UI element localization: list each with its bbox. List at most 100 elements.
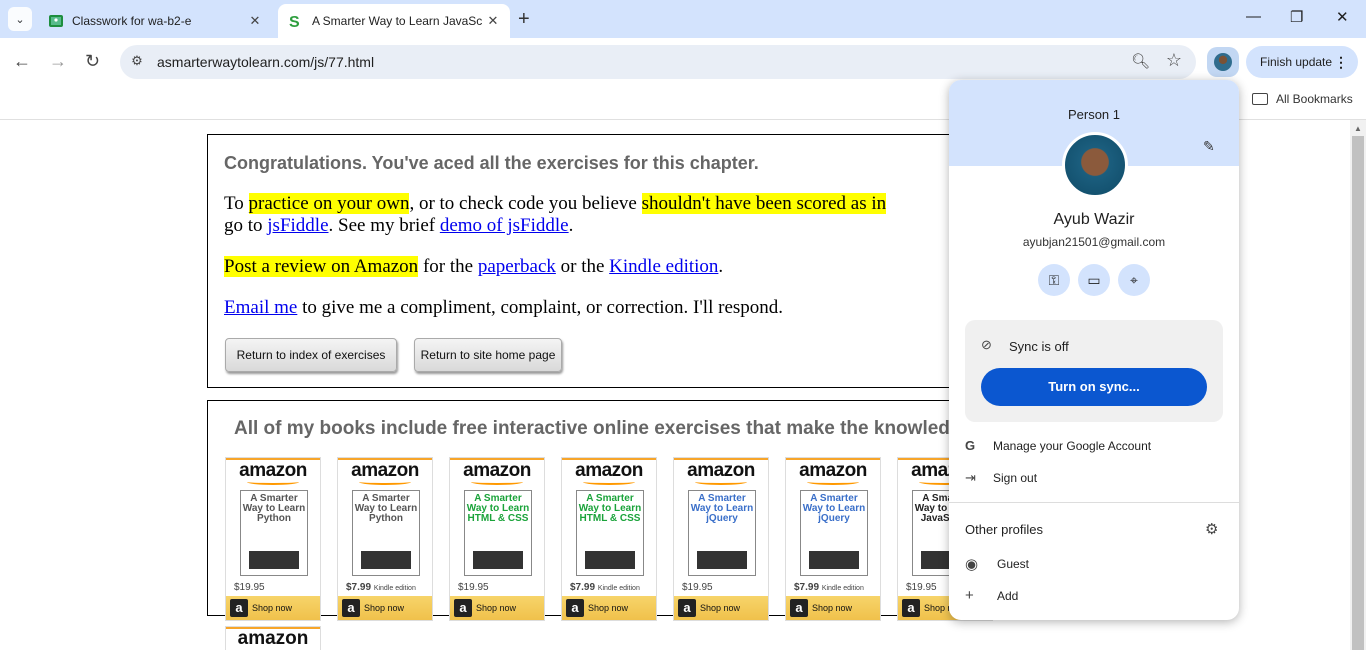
- congrats-box: Congratulations. You've aced all the exe…: [207, 134, 987, 388]
- amazon-ad-card[interactable]: amazon A Smarter Way to Learn HTML & CSS $…: [449, 457, 545, 621]
- address-bar[interactable]: ⚙ asmarterwaytolearn.com/js/77.html 🔍︎ ☆: [120, 45, 1196, 79]
- menu-divider: [949, 502, 1239, 503]
- price-value: $7.99: [570, 582, 596, 593]
- google-g-icon: G: [965, 438, 976, 453]
- scrollbar-thumb[interactable]: [1352, 136, 1364, 650]
- shop-now-label: Shop now: [476, 603, 517, 613]
- highlight: Post a review on Amazon: [224, 256, 419, 277]
- text: to give me a compliment, complaint, or c…: [297, 297, 784, 318]
- book-cover: A Smarter Way to Learn Python: [240, 490, 308, 576]
- book-cover: A Smarter Way to Learn HTML & CSS: [576, 490, 644, 576]
- account-circle-icon: ◉: [965, 556, 979, 573]
- amazon-ad-card[interactable]: amazon A Smarter Way to Learn jQuery $7.99…: [785, 457, 881, 621]
- profile-avatar: [1062, 132, 1128, 198]
- review-paragraph: Post a review on Amazon for the paperbac…: [224, 256, 723, 278]
- ad-price: $19.95: [458, 582, 489, 593]
- kindle-edition-link[interactable]: Kindle edition: [609, 256, 718, 277]
- scrollbar[interactable]: ▲: [1350, 120, 1366, 650]
- book-title: A Smarter Way to Learn HTML & CSS: [578, 493, 642, 524]
- manage-account-item[interactable]: G Manage your Google Account: [965, 438, 1151, 453]
- profile-email: ayubjan21501@gmail.com: [1022, 235, 1166, 249]
- amazon-ad-card[interactable]: amazon A Smarter Way to Learn HTML & CSS $…: [561, 457, 657, 621]
- key-icon[interactable]: ⚿: [1038, 264, 1070, 296]
- demo-jsfiddle-link[interactable]: demo of jsFiddle: [440, 215, 569, 236]
- highlight: practice on your own: [248, 193, 410, 214]
- devices-image: [249, 551, 299, 569]
- return-index-button[interactable]: Return to index of exercises: [225, 338, 397, 372]
- text: To: [224, 193, 249, 214]
- shop-now-button[interactable]: a Shop now: [562, 596, 656, 620]
- text: for the: [418, 256, 478, 277]
- all-bookmarks-button[interactable]: All Bookmarks: [1252, 92, 1353, 106]
- guest-profile-item[interactable]: ◉ Guest: [965, 555, 1029, 573]
- shop-now-button[interactable]: a Shop now: [674, 596, 768, 620]
- more-menu-icon[interactable]: ⋮: [1334, 46, 1348, 78]
- ad-price: $19.95: [682, 582, 713, 593]
- guest-label: Guest: [997, 557, 1030, 571]
- shop-now-button[interactable]: a Shop now: [226, 596, 320, 620]
- window-close-icon[interactable]: ✕: [1336, 8, 1349, 26]
- text: go to: [224, 215, 268, 236]
- amazon-ad-card[interactable]: amazon A Smarter Way to Learn Python $7.99…: [337, 457, 433, 621]
- sign-out-item[interactable]: ⇥ Sign out: [965, 470, 1037, 486]
- shop-now-button[interactable]: a Shop now: [786, 596, 880, 620]
- pencil-icon[interactable]: ✎: [1203, 138, 1215, 155]
- books-heading: All of my books include free interactive…: [234, 418, 962, 439]
- paperback-link[interactable]: paperback: [478, 256, 556, 277]
- plus-icon: +: [965, 587, 974, 604]
- url-text[interactable]: asmarterwaytolearn.com/js/77.html: [157, 54, 374, 70]
- gear-icon[interactable]: ⚙: [1205, 520, 1218, 538]
- price-value: $7.99: [794, 582, 820, 593]
- scroll-up-icon[interactable]: ▲: [1354, 124, 1362, 133]
- add-profile-item[interactable]: + Add: [965, 587, 1018, 604]
- tab-classwork[interactable]: Classwork for wa-b2-e ✕: [38, 4, 272, 38]
- location-pin-icon[interactable]: ⌖: [1118, 264, 1150, 296]
- amazon-logo: amazon: [239, 460, 307, 481]
- bookmark-star-icon[interactable]: ☆: [1166, 50, 1182, 71]
- congrats-heading: Congratulations. You've aced all the exe…: [224, 153, 759, 173]
- amazon-ad-card[interactable]: amazon A Smarter Way to Learn Python $19.9…: [225, 457, 321, 621]
- shop-now-button[interactable]: a Shop now: [338, 596, 432, 620]
- tab-title: A Smarter Way to Learn JavaScr: [312, 14, 482, 28]
- shop-now-button[interactable]: a Shop now: [450, 596, 544, 620]
- book-title: A Smarter Way to Learn jQuery: [802, 493, 866, 524]
- tab-search-button[interactable]: ⌄: [8, 7, 32, 31]
- profile-button[interactable]: [1207, 47, 1239, 77]
- close-icon[interactable]: ✕: [482, 13, 504, 29]
- devices-image: [697, 551, 747, 569]
- credit-card-icon[interactable]: ▭: [1078, 264, 1110, 296]
- forward-arrow-icon[interactable]: →: [49, 50, 67, 72]
- practice-paragraph-line1: To practice on your own, or to check cod…: [224, 193, 887, 215]
- jsfiddle-link[interactable]: jsFiddle: [267, 215, 328, 236]
- turn-on-sync-button[interactable]: Turn on sync...: [981, 368, 1207, 406]
- ad-price: $7.99 Kindle edition: [794, 582, 864, 593]
- return-home-button[interactable]: Return to site home page: [414, 338, 562, 372]
- manage-account-label: Manage your Google Account: [993, 438, 1152, 453]
- ad-price: $19.95: [234, 582, 265, 593]
- reload-icon[interactable]: ↻: [85, 50, 100, 72]
- amazon-a-icon: a: [230, 599, 248, 617]
- finish-update-button[interactable]: Finish update ⋮: [1246, 46, 1358, 78]
- amazon-ad-card[interactable]: amazon A Smarter Way to Learn jQuery $19.9…: [673, 457, 769, 621]
- back-arrow-icon[interactable]: ←: [13, 50, 31, 72]
- site-settings-icon[interactable]: ⚙: [128, 53, 146, 71]
- close-icon[interactable]: ✕: [244, 13, 266, 29]
- amazon-ad-partial[interactable]: amazon: [225, 626, 321, 650]
- restore-icon[interactable]: ❐: [1290, 8, 1303, 26]
- amazon-a-icon: a: [342, 599, 360, 617]
- tab-smarter-way[interactable]: S A Smarter Way to Learn JavaScr ✕: [278, 4, 510, 38]
- shop-now-label: Shop now: [588, 603, 629, 613]
- sign-out-icon: ⇥: [965, 470, 976, 485]
- svg-text:S: S: [289, 14, 300, 29]
- new-tab-plus-icon[interactable]: +: [518, 8, 530, 30]
- avatar: [1214, 53, 1232, 71]
- zoom-icon[interactable]: 🔍︎: [1131, 52, 1150, 70]
- email-me-link[interactable]: Email me: [224, 297, 297, 318]
- all-bookmarks-label: All Bookmarks: [1276, 92, 1353, 106]
- sync-off-icon: ⊘: [981, 337, 992, 352]
- ad-price: $7.99 Kindle edition: [346, 582, 416, 593]
- price-value: $7.99: [346, 582, 372, 593]
- classroom-icon: [49, 15, 63, 27]
- minimize-icon[interactable]: —: [1246, 8, 1261, 25]
- text: , or to check code you believe: [409, 193, 642, 214]
